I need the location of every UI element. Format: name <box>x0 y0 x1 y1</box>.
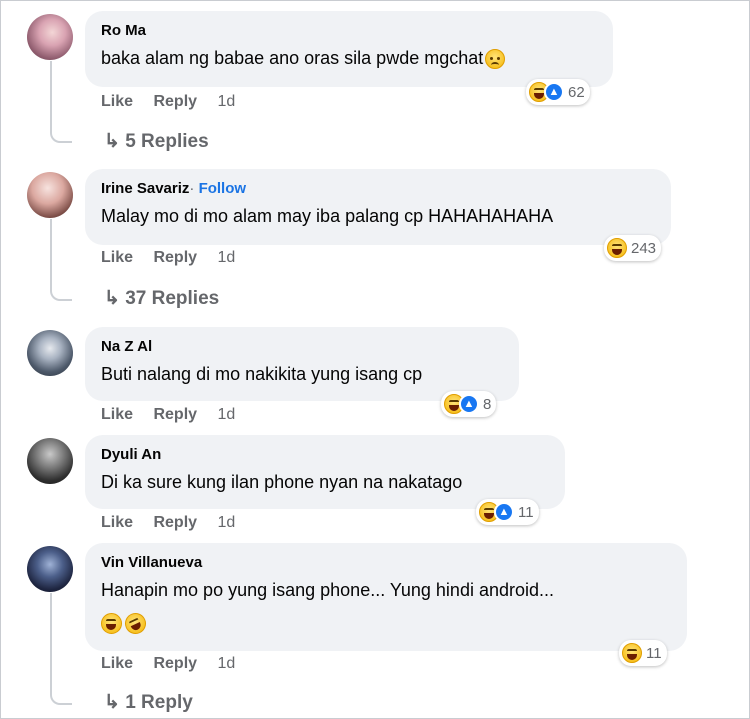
thread-line <box>50 593 72 705</box>
author-name[interactable]: Vin Villanueva <box>101 554 202 571</box>
timestamp[interactable]: 1d <box>218 249 236 266</box>
replies-label: 1 Reply <box>125 692 193 713</box>
like-button[interactable]: Like <box>101 249 133 266</box>
comments-panel: Ro Ma baka alam ng babae ano oras sila p… <box>0 0 750 719</box>
comment-text-content: baka alam ng babae ano oras sila pwde mg… <box>101 48 484 68</box>
like-reaction-icon: ▲ <box>459 394 479 414</box>
timestamp[interactable]: 1d <box>218 93 236 110</box>
reaction-summary[interactable]: ▲ 11 <box>476 499 539 525</box>
reply-button[interactable]: Reply <box>153 93 197 110</box>
comment-text: baka alam ng babae ano oras sila pwde mg… <box>101 48 506 70</box>
reaction-summary[interactable]: ▲ 8 <box>441 391 497 417</box>
follow-button[interactable]: Follow <box>199 180 247 197</box>
author-name[interactable]: Na Z Al <box>101 338 152 355</box>
emoji-row <box>101 609 150 638</box>
comment-text: Malay mo di mo alam may iba palang cp HA… <box>101 206 554 226</box>
replies-label: 37 Replies <box>125 288 220 309</box>
separator: · <box>189 180 195 197</box>
reaction-summary[interactable]: ▲ 62 <box>526 79 590 105</box>
comment-actions: Like Reply 1d <box>101 93 251 111</box>
timestamp[interactable]: 1d <box>218 514 236 531</box>
thread-line <box>50 61 72 143</box>
reply-arrow-icon: ↳ <box>104 288 120 309</box>
author-link[interactable]: Irine Savariz <box>101 180 189 197</box>
author-name[interactable]: Dyuli An <box>101 446 161 463</box>
author-name[interactable]: Ro Ma <box>101 22 146 39</box>
like-button[interactable]: Like <box>101 655 133 672</box>
reply-arrow-icon: ↳ <box>104 131 120 152</box>
replies-label: 5 Replies <box>125 131 209 152</box>
reaction-count: 11 <box>518 503 534 521</box>
comment-text: Buti nalang di mo nakikita yung isang cp <box>101 364 423 384</box>
comment-bubble: Dyuli An Di ka sure kung ilan phone nyan… <box>85 435 565 509</box>
avatar[interactable] <box>27 546 73 592</box>
sad-emoji-icon <box>485 49 506 70</box>
view-replies-link[interactable]: ↳ 37 Replies <box>104 287 219 310</box>
like-button[interactable]: Like <box>101 93 133 110</box>
reply-button[interactable]: Reply <box>153 655 197 672</box>
like-button[interactable]: Like <box>101 406 133 423</box>
comment-actions: Like Reply 1d <box>101 655 251 673</box>
comment-bubble: Ro Ma baka alam ng babae ano oras sila p… <box>85 11 613 87</box>
rofl-emoji-icon <box>121 609 150 638</box>
avatar[interactable] <box>27 172 73 218</box>
comment-text: Di ka sure kung ilan phone nyan na nakat… <box>101 472 463 492</box>
like-reaction-icon: ▲ <box>544 82 564 102</box>
comment-bubble: Irine Savariz· Follow Malay mo di mo ala… <box>85 169 671 245</box>
avatar[interactable] <box>27 438 73 484</box>
timestamp[interactable]: 1d <box>218 655 236 672</box>
like-button[interactable]: Like <box>101 514 133 531</box>
comment-actions: Like Reply 1d <box>101 406 251 424</box>
view-replies-link[interactable]: ↳ 5 Replies <box>104 130 209 153</box>
reaction-summary[interactable]: 243 <box>604 235 662 261</box>
like-reaction-icon: ▲ <box>494 502 514 522</box>
comment-text: Hanapin mo po yung isang phone... Yung h… <box>101 580 555 600</box>
laughing-emoji-icon <box>101 613 122 634</box>
reaction-count: 8 <box>483 395 492 413</box>
avatar[interactable] <box>27 330 73 376</box>
reaction-summary[interactable]: 11 <box>619 640 667 666</box>
reaction-count: 11 <box>646 644 662 662</box>
comment-bubble: Vin Villanueva Hanapin mo po yung isang … <box>85 543 687 651</box>
comment-actions: Like Reply 1d <box>101 514 251 532</box>
view-replies-link[interactable]: ↳ 1 Reply <box>104 691 193 714</box>
author-name: Irine Savariz· Follow <box>101 180 246 197</box>
reaction-count: 243 <box>631 239 657 257</box>
reaction-count: 62 <box>568 83 585 101</box>
comment-actions: Like Reply 1d <box>101 249 251 267</box>
haha-reaction-icon <box>622 643 642 663</box>
avatar[interactable] <box>27 14 73 60</box>
reply-button[interactable]: Reply <box>153 249 197 266</box>
thread-line <box>50 219 72 301</box>
timestamp[interactable]: 1d <box>218 406 236 423</box>
comment-bubble: Na Z Al Buti nalang di mo nakikita yung … <box>85 327 519 401</box>
haha-reaction-icon <box>607 238 627 258</box>
reply-arrow-icon: ↳ <box>104 692 120 713</box>
reply-button[interactable]: Reply <box>153 514 197 531</box>
reply-button[interactable]: Reply <box>153 406 197 423</box>
